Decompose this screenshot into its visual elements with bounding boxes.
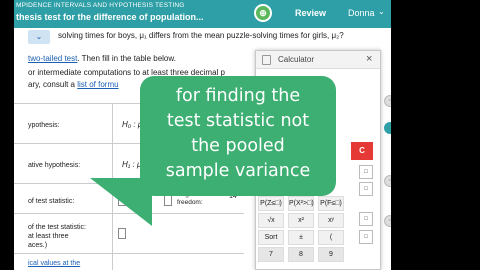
calc-key[interactable]: (	[318, 230, 344, 245]
dof-label-line: freedom:	[177, 199, 203, 206]
row-label: ative hypothesis:	[28, 162, 81, 169]
critical-values-link[interactable]: ical values at the	[28, 260, 80, 267]
chevron-down-icon[interactable]: ⌄	[378, 7, 385, 16]
calc-key[interactable]: xʸ	[318, 213, 344, 228]
close-icon[interactable]: ×	[366, 53, 372, 65]
formula-note-text: ary, consult a	[28, 80, 78, 89]
shield-icon[interactable]: ⊕	[254, 4, 272, 22]
row-label: aces.)	[28, 242, 48, 249]
calc-key[interactable]: Sort	[258, 230, 284, 245]
formula-note: ary, consult a list of formu	[28, 80, 119, 89]
calc-key[interactable]: P(X²>□)	[288, 196, 314, 211]
calc-key[interactable]: P(Z≤□)	[258, 196, 284, 211]
formula-list-link[interactable]: list of formu	[77, 80, 118, 89]
row-label: of test statistic:	[28, 198, 75, 205]
instruction-text: . Then fill in the table below.	[77, 54, 176, 63]
instruction-line: two-tailed test. Then fill in the table …	[28, 54, 176, 63]
calc-side-key[interactable]: □	[359, 182, 373, 196]
annotation-line: sample variance	[165, 161, 311, 181]
two-tailed-test-link[interactable]: two-tailed test	[28, 54, 77, 63]
topic-category: MPIDENCE INTERVALS AND HYPOTHESIS TESTIN…	[16, 2, 185, 9]
user-name[interactable]: Donna	[348, 8, 375, 18]
side-rail-button[interactable]	[384, 122, 391, 134]
side-rail-button[interactable]: ◦	[384, 215, 391, 227]
test-statistic-value-input[interactable]	[118, 228, 126, 239]
annotation-bubble: for finding the test statistic not the p…	[140, 76, 336, 196]
collapse-button[interactable]: ⌄	[28, 30, 50, 44]
calculator-header[interactable]: Calculator ×	[256, 51, 380, 69]
alt-hypothesis-symbol: H₁ : μ	[122, 160, 142, 169]
annotation-line: the pooled	[191, 136, 285, 156]
calc-key[interactable]: x²	[288, 213, 314, 228]
calc-key[interactable]: P(F≤□)	[318, 196, 344, 211]
side-rail-button[interactable]: ◦	[384, 95, 391, 107]
annotation-line: test statistic not	[166, 111, 310, 131]
row-label: at least three	[28, 233, 69, 240]
annotation-line: for finding the	[175, 86, 301, 106]
question-text: solving times for boys, μ₁ differs from …	[58, 31, 344, 40]
table-row: ical values at the	[14, 253, 244, 270]
calc-key[interactable]: 8	[288, 247, 314, 262]
calculator-icon	[262, 55, 271, 65]
calc-key[interactable]: 7	[258, 247, 284, 262]
header-bar: MPIDENCE INTERVALS AND HYPOTHESIS TESTIN…	[14, 0, 391, 28]
calc-side-key[interactable]: □	[359, 212, 373, 226]
row-label: ypothesis:	[28, 122, 60, 129]
calc-side-key[interactable]: □	[359, 230, 373, 244]
video-frame: MPIDENCE INTERVALS AND HYPOTHESIS TESTIN…	[0, 0, 480, 270]
row-label: of the test statistic:	[28, 224, 86, 231]
calc-key[interactable]: ±	[288, 230, 314, 245]
calc-key[interactable]: 9	[318, 247, 344, 262]
test-statistic-dropdown[interactable]	[164, 195, 172, 206]
calc-side-key[interactable]: □	[359, 165, 373, 179]
topic-title[interactable]: thesis test for the difference of popula…	[16, 12, 204, 22]
side-rail-button[interactable]: ◦	[384, 175, 391, 187]
calc-key[interactable]: √x	[258, 213, 284, 228]
calculator-title: Calculator	[278, 55, 315, 64]
clear-button[interactable]: C	[351, 142, 373, 160]
review-link[interactable]: Review	[295, 8, 326, 18]
